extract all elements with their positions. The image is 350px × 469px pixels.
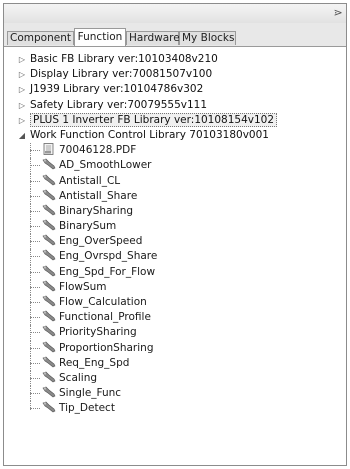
function-block-icon <box>42 386 56 398</box>
tree-connector-line <box>30 234 42 250</box>
tree-node-label: J1939 Library ver:10104786v302 <box>30 83 204 96</box>
function-block-icon <box>42 219 56 231</box>
function-block-icon <box>42 295 56 307</box>
collapsed-arrow-icon[interactable]: ▷ <box>17 98 27 113</box>
tree-item[interactable]: Eng_OverSpeed <box>8 234 342 250</box>
tree-item-label: AD_SmoothLower <box>59 159 152 172</box>
tree-item[interactable]: 70046128.PDF <box>8 143 342 159</box>
tree-connector-line <box>30 355 42 372</box>
library-tree: ▷ Basic FB Library ver:10103408v210 ▷ Displ… <box>8 52 342 461</box>
function-block-icon <box>42 325 56 337</box>
function-block-icon <box>42 249 56 261</box>
tree-connector-line <box>30 188 42 205</box>
collapsed-arrow-icon[interactable]: ▷ <box>17 113 27 128</box>
tab-function[interactable]: Function <box>74 28 126 46</box>
tree-item-label: Single_Func <box>59 387 122 400</box>
collapsed-arrow-icon[interactable]: ▷ <box>17 82 27 97</box>
function-library-panel: ⋗ Component Function Hardware My Blocks … <box>3 3 347 466</box>
panel-menu-icon[interactable]: ⋗ <box>332 7 344 19</box>
tree-item-label: BinarySum <box>59 220 117 233</box>
tree-item[interactable]: PrioritySharing <box>8 325 342 341</box>
panel-titlebar: ⋗ <box>4 4 346 24</box>
tree-item-label: Tip_Detect <box>59 402 115 415</box>
function-block-icon <box>42 234 56 246</box>
expanded-arrow-icon[interactable]: ◢ <box>17 128 27 143</box>
tree-connector-line <box>30 249 42 265</box>
tree-item-label: ProportionSharing <box>59 341 154 354</box>
tree-item[interactable]: Eng_Ovrspd_Share <box>8 249 342 265</box>
tree-item[interactable]: BinarySum <box>8 219 342 235</box>
function-block-icon <box>42 371 56 383</box>
function-block-icon <box>42 158 56 170</box>
function-block-icon <box>42 310 56 322</box>
collapsed-arrow-icon[interactable]: ▷ <box>17 52 27 67</box>
tree-item[interactable]: Flow_Calculation <box>8 295 342 311</box>
tree-item[interactable]: Functional_Profile <box>8 310 342 326</box>
tree-item[interactable]: Eng_Spd_For_Flow <box>8 264 342 281</box>
tree-connector-line <box>30 386 42 402</box>
function-block-icon <box>42 401 56 413</box>
tree-item[interactable]: Scaling <box>8 370 342 387</box>
function-block-icon <box>42 280 56 292</box>
function-block-icon <box>42 189 56 201</box>
tree-connector-line <box>30 173 42 189</box>
tree-library-node[interactable]: ▷ PLUS 1 Inverter FB Library ver:10108154… <box>8 112 342 128</box>
tab-hardware[interactable]: Hardware <box>126 31 180 45</box>
tree-connector-line <box>30 143 42 159</box>
tree-item-label: Req_Eng_Spd <box>59 356 130 369</box>
tree-node-label: Work Function Control Library 70103180v0… <box>30 128 269 141</box>
tree-library-node[interactable]: ▷ Safety Library ver:70079555v111 <box>8 98 342 113</box>
tree-node-label: PLUS 1 Inverter FB Library ver:10108154v… <box>30 112 278 127</box>
tree-item-label: PrioritySharing <box>59 326 137 339</box>
tree-library-node[interactable]: ▷ Basic FB Library ver:10103408v210 <box>8 52 342 67</box>
tab-component[interactable]: Component <box>7 31 74 45</box>
tree-item-label: 70046128.PDF <box>59 144 137 157</box>
function-block-icon <box>42 174 56 186</box>
tree-item-label: Eng_Spd_For_Flow <box>59 265 156 278</box>
function-block-icon <box>42 341 56 353</box>
tree-connector-line <box>30 401 42 416</box>
tree-item[interactable]: BinarySharing <box>8 203 342 220</box>
tree-library-node[interactable]: ◢ Work Function Control Library 70103180v… <box>8 128 342 143</box>
tree-connector-line <box>30 310 42 326</box>
tree-library-node[interactable]: ▷ J1939 Library ver:10104786v302 <box>8 82 342 97</box>
tab-my-blocks[interactable]: My Blocks <box>179 31 236 45</box>
tree-item-label: Antistall_Share <box>59 189 138 202</box>
tree-item-label: Eng_OverSpeed <box>59 235 143 248</box>
pdf-document-icon <box>42 143 56 156</box>
tree-connector-line <box>30 219 42 235</box>
tree-connector-line <box>30 325 42 341</box>
tree-item-label: Flow_Calculation <box>59 296 147 308</box>
tree-item-label: FlowSum <box>59 280 107 293</box>
tree-item[interactable]: Tip_Detect <box>8 401 342 416</box>
tree-item[interactable]: ProportionSharing <box>8 340 342 356</box>
tree-item-label: Scaling <box>59 371 98 384</box>
tree-connector-line <box>30 158 42 174</box>
tree-item-label: BinarySharing <box>59 204 134 217</box>
tree-item[interactable]: Antistall_Share <box>8 188 342 205</box>
tree-library-node[interactable]: ▷ Display Library ver:70081507v100 <box>8 67 342 82</box>
tree-connector-line <box>30 264 42 281</box>
function-block-icon <box>42 265 56 277</box>
tree-node-label: Basic FB Library ver:10103408v210 <box>30 53 218 65</box>
tree-item[interactable]: FlowSum <box>8 279 342 296</box>
collapsed-arrow-icon[interactable]: ▷ <box>17 67 27 82</box>
tree-item[interactable]: Req_Eng_Spd <box>8 355 342 372</box>
tree-connector-line <box>30 340 42 356</box>
tree-item-label: Functional_Profile <box>59 311 151 324</box>
function-block-icon <box>42 204 56 216</box>
tree-item[interactable]: AD_SmoothLower <box>8 158 342 174</box>
tree-item[interactable]: Antistall_CL <box>8 173 342 189</box>
tree-item-label: Eng_Ovrspd_Share <box>59 250 158 263</box>
tree-connector-line <box>30 295 42 311</box>
tree-node-label: Safety Library ver:70079555v111 <box>30 98 208 111</box>
tab-strip: Component Function Hardware My Blocks <box>4 23 346 47</box>
function-block-icon <box>42 356 56 368</box>
tree-connector-line <box>30 203 42 220</box>
tree-item[interactable]: Single_Func <box>8 386 342 402</box>
tree-connector-line <box>30 279 42 296</box>
tree-item-label: Antistall_CL <box>59 174 121 187</box>
tree-connector-line <box>30 370 42 387</box>
tree-node-label: Display Library ver:70081507v100 <box>30 68 213 81</box>
